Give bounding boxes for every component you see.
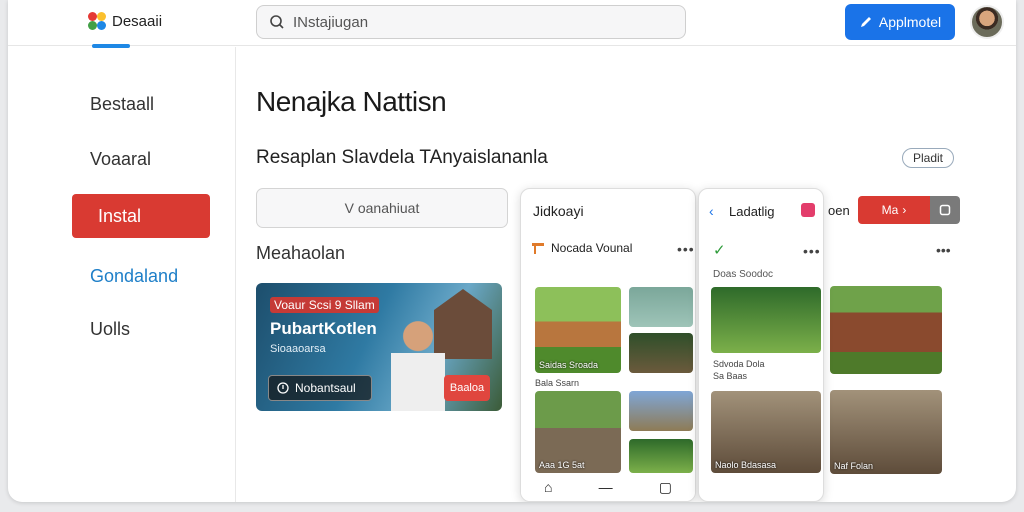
red-dropdown-button[interactable]: Ma › [858, 196, 930, 224]
chevron-right-icon: › [902, 203, 907, 217]
square-icon[interactable]: ▢ [659, 479, 672, 496]
thumb-tower[interactable] [629, 391, 693, 431]
thumb-caption: Naf Folan [834, 461, 874, 471]
featured-badge: Voaur Scsi 9 Sllam [270, 297, 379, 313]
featured-title: PubartKotlen [270, 319, 377, 338]
flag-icon [532, 243, 544, 254]
apply-button-label: Applmotel [878, 14, 942, 30]
phone-preview-a: Jidkoayi Nocada Vounal ••• Saidas Sroada… [520, 188, 696, 502]
thumb-caption: Aaa 1G 5at [539, 460, 585, 470]
stop-icon [939, 204, 951, 216]
thumb-field[interactable] [629, 439, 693, 473]
pin-icon[interactable] [801, 203, 815, 217]
home-icon[interactable]: ⌂ [544, 479, 552, 495]
thumb-guide[interactable]: Naf Folan [830, 390, 942, 474]
thumb-hut[interactable]: Saidas Sroada [535, 287, 621, 373]
thumb-caption: Saidas Sroada [539, 360, 599, 370]
filter-dropdown[interactable]: V oanahiuat [256, 188, 508, 228]
more-icon[interactable]: ••• [936, 242, 951, 258]
phone-b-caption: Doas Soodoc [713, 269, 774, 280]
thumb-row-caption: Bala Ssarn [535, 378, 580, 388]
recent-icon[interactable]: — [599, 479, 613, 495]
page-subtitle: Resaplan Slavdela TAnyaislananla [256, 147, 548, 168]
featured-subtitle: Sioaaoarsa [270, 343, 326, 355]
back-icon[interactable]: ‹ [709, 203, 714, 219]
phone-a-title: Jidkoayi [533, 203, 584, 219]
more-icon[interactable]: ••• [677, 241, 695, 257]
thumb-jungle[interactable] [711, 287, 821, 353]
featured-card[interactable]: Voaur Scsi 9 Sllam PubartKotlen Sioaaoar… [256, 283, 502, 411]
phone-a-row-title: Nocada Vounal [551, 241, 633, 255]
app-name: Desaaii [112, 12, 163, 30]
thumb-portrait[interactable] [629, 287, 693, 327]
more-icon[interactable]: ••• [803, 243, 821, 259]
section-label: Meahaolan [256, 243, 346, 263]
thumb-crowd[interactable]: Aaa 1G 5at [535, 391, 621, 473]
record-button[interactable] [930, 196, 960, 224]
featured-action-button[interactable]: Nobantsaul [268, 375, 372, 401]
top-bar: Desaaii Applmotel [8, 0, 1016, 48]
thumb-row-caption: Sdvoda Dola [713, 359, 765, 369]
person-image [388, 315, 448, 411]
featured-red-tag[interactable]: Baaloa [444, 375, 490, 401]
sidebar-item-uolls[interactable]: Uolls [90, 319, 130, 340]
search-input[interactable] [293, 13, 673, 31]
thumb-caption: Naolo Bdasasa [715, 460, 777, 470]
logo-icon [88, 12, 106, 30]
sidebar: Bestaall Voaaral Instal Gondaland Uolls [8, 47, 236, 502]
sidebar-item-gondaland[interactable]: Gondaland [90, 266, 178, 287]
pencil-icon [860, 17, 871, 27]
apply-button[interactable]: Applmotel [845, 4, 955, 40]
user-avatar[interactable] [970, 5, 1004, 39]
featured-action-label: Nobantsaul [295, 381, 356, 395]
search-bar[interactable] [256, 5, 686, 39]
info-icon [277, 382, 289, 394]
thumb-temple[interactable] [830, 286, 942, 374]
app-logo[interactable]: Desaaii [88, 12, 162, 30]
page-title: Nenajka Nattisn [256, 86, 447, 117]
thumb-street[interactable]: Naolo Bdasasa [711, 391, 821, 473]
app-window: Desaaii Applmotel Bestaall Voaaral Insta… [8, 0, 1016, 502]
sidebar-item-bestaall[interactable]: Bestaall [90, 94, 154, 115]
search-icon [270, 15, 284, 29]
phone-a-nav: ⌂ — ▢ [521, 473, 695, 501]
right-label: oen [828, 203, 850, 218]
status-chip[interactable]: Pladit [902, 148, 954, 168]
red-dropdown-label: Ma [881, 203, 899, 217]
phone-preview-b: ‹ Ladatlig ✓ ••• Doas Soodoc Sdvoda Dola… [698, 188, 824, 502]
thumb-row-caption: Sa Baas [713, 371, 748, 381]
sidebar-item-instal[interactable]: Instal [72, 194, 210, 238]
thumb-people[interactable] [629, 333, 693, 373]
check-icon: ✓ [713, 242, 726, 259]
phone-b-title: Ladatlig [729, 204, 775, 219]
sidebar-item-voaaral[interactable]: Voaaral [90, 149, 151, 170]
phone-a-row-header: Nocada Vounal [531, 241, 632, 255]
